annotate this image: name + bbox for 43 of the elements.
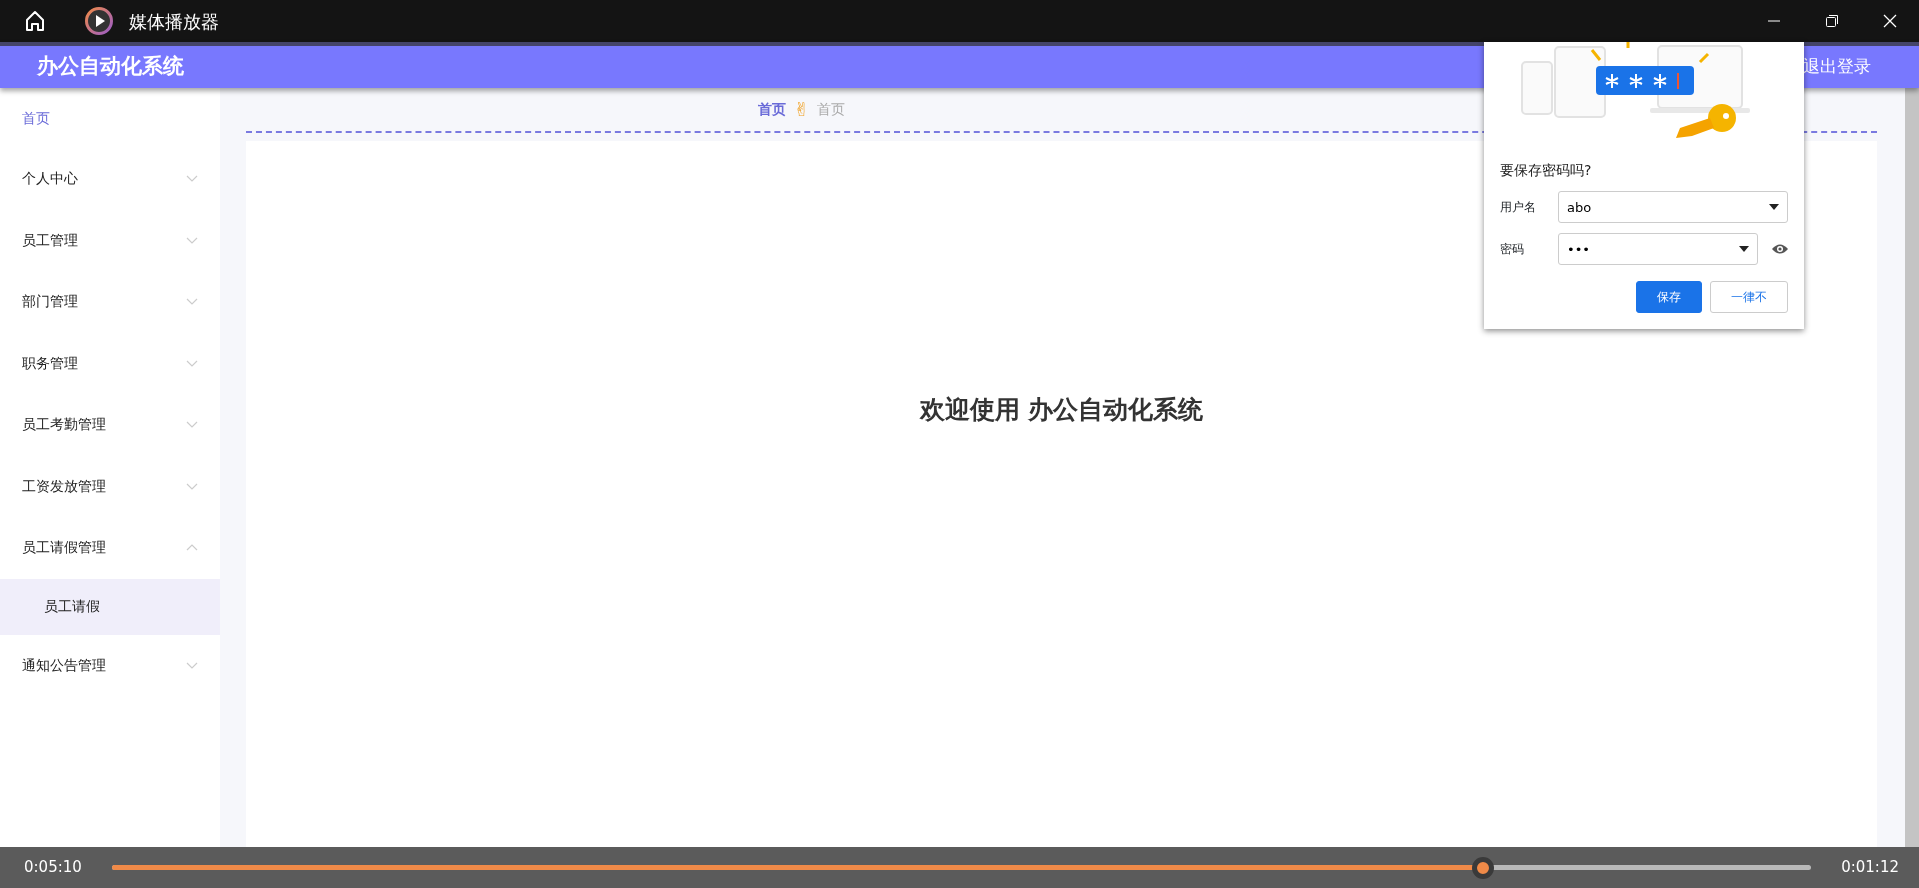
chevron-down-icon xyxy=(186,482,198,490)
app-title: 办公自动化系统 xyxy=(37,53,184,81)
sidebar-submenu-item[interactable]: 员工请假 xyxy=(0,578,220,635)
password-label: 密码 xyxy=(1500,241,1525,258)
welcome-heading: 欢迎使用 办公自动化系统 xyxy=(919,394,1204,426)
never-button[interactable]: 一律不 xyxy=(1710,281,1788,313)
sidebar-menu-item[interactable]: 首页 xyxy=(0,92,220,144)
password-field[interactable]: ••• xyxy=(1558,233,1758,265)
remaining-time: 0:01:12 xyxy=(1841,857,1899,879)
play-logo-icon xyxy=(85,7,113,35)
chevron-down-icon xyxy=(186,421,198,429)
close-icon[interactable] xyxy=(1883,14,1897,28)
window-title: 媒体播放器 xyxy=(129,9,219,34)
breadcrumb-link[interactable]: 首页 xyxy=(757,99,786,120)
sidebar-menu-item[interactable]: 个人中心 xyxy=(0,148,220,210)
sidebar-menu-item[interactable]: 职务管理 xyxy=(0,332,220,394)
elapsed-time: 0:05:10 xyxy=(24,857,82,879)
username-label: 用户名 xyxy=(1500,199,1537,216)
chevron-down-icon xyxy=(186,359,198,367)
seek-thumb[interactable] xyxy=(1472,856,1495,879)
sidebar-menu-item[interactable]: 工资发放管理 xyxy=(0,455,220,517)
chevron-up-icon xyxy=(186,544,198,552)
breadcrumb-separator: ✌ xyxy=(793,100,810,119)
dropdown-caret-icon[interactable] xyxy=(1769,204,1779,210)
sidebar-menu-item[interactable]: 员工考勤管理 xyxy=(0,394,220,456)
sidebar-menu-item[interactable]: 员工请假管理 xyxy=(0,517,220,579)
chevron-down-icon xyxy=(186,661,198,669)
restore-icon[interactable] xyxy=(1825,14,1839,28)
sidebar-menu-item[interactable]: 通知公告管理 xyxy=(0,634,220,696)
save-button[interactable]: 保存 xyxy=(1636,281,1702,313)
seek-bar[interactable] xyxy=(111,855,1812,880)
save-password-question: 要保存密码吗? xyxy=(1500,161,1593,180)
chevron-down-icon xyxy=(186,175,198,183)
chevron-down-icon xyxy=(186,298,198,306)
sidebar-menu-item[interactable]: 部门管理 xyxy=(0,271,220,333)
sidebar-menu-item[interactable]: 员工管理 xyxy=(0,209,220,271)
logout-link[interactable]: 退出登录 xyxy=(1803,54,1871,80)
scrollbar[interactable] xyxy=(1905,88,1919,847)
home-icon[interactable] xyxy=(23,9,47,33)
username-field[interactable]: abo xyxy=(1558,191,1788,223)
eye-icon[interactable] xyxy=(1772,243,1788,255)
dropdown-caret-icon[interactable] xyxy=(1739,246,1749,252)
chevron-down-icon xyxy=(186,236,198,244)
